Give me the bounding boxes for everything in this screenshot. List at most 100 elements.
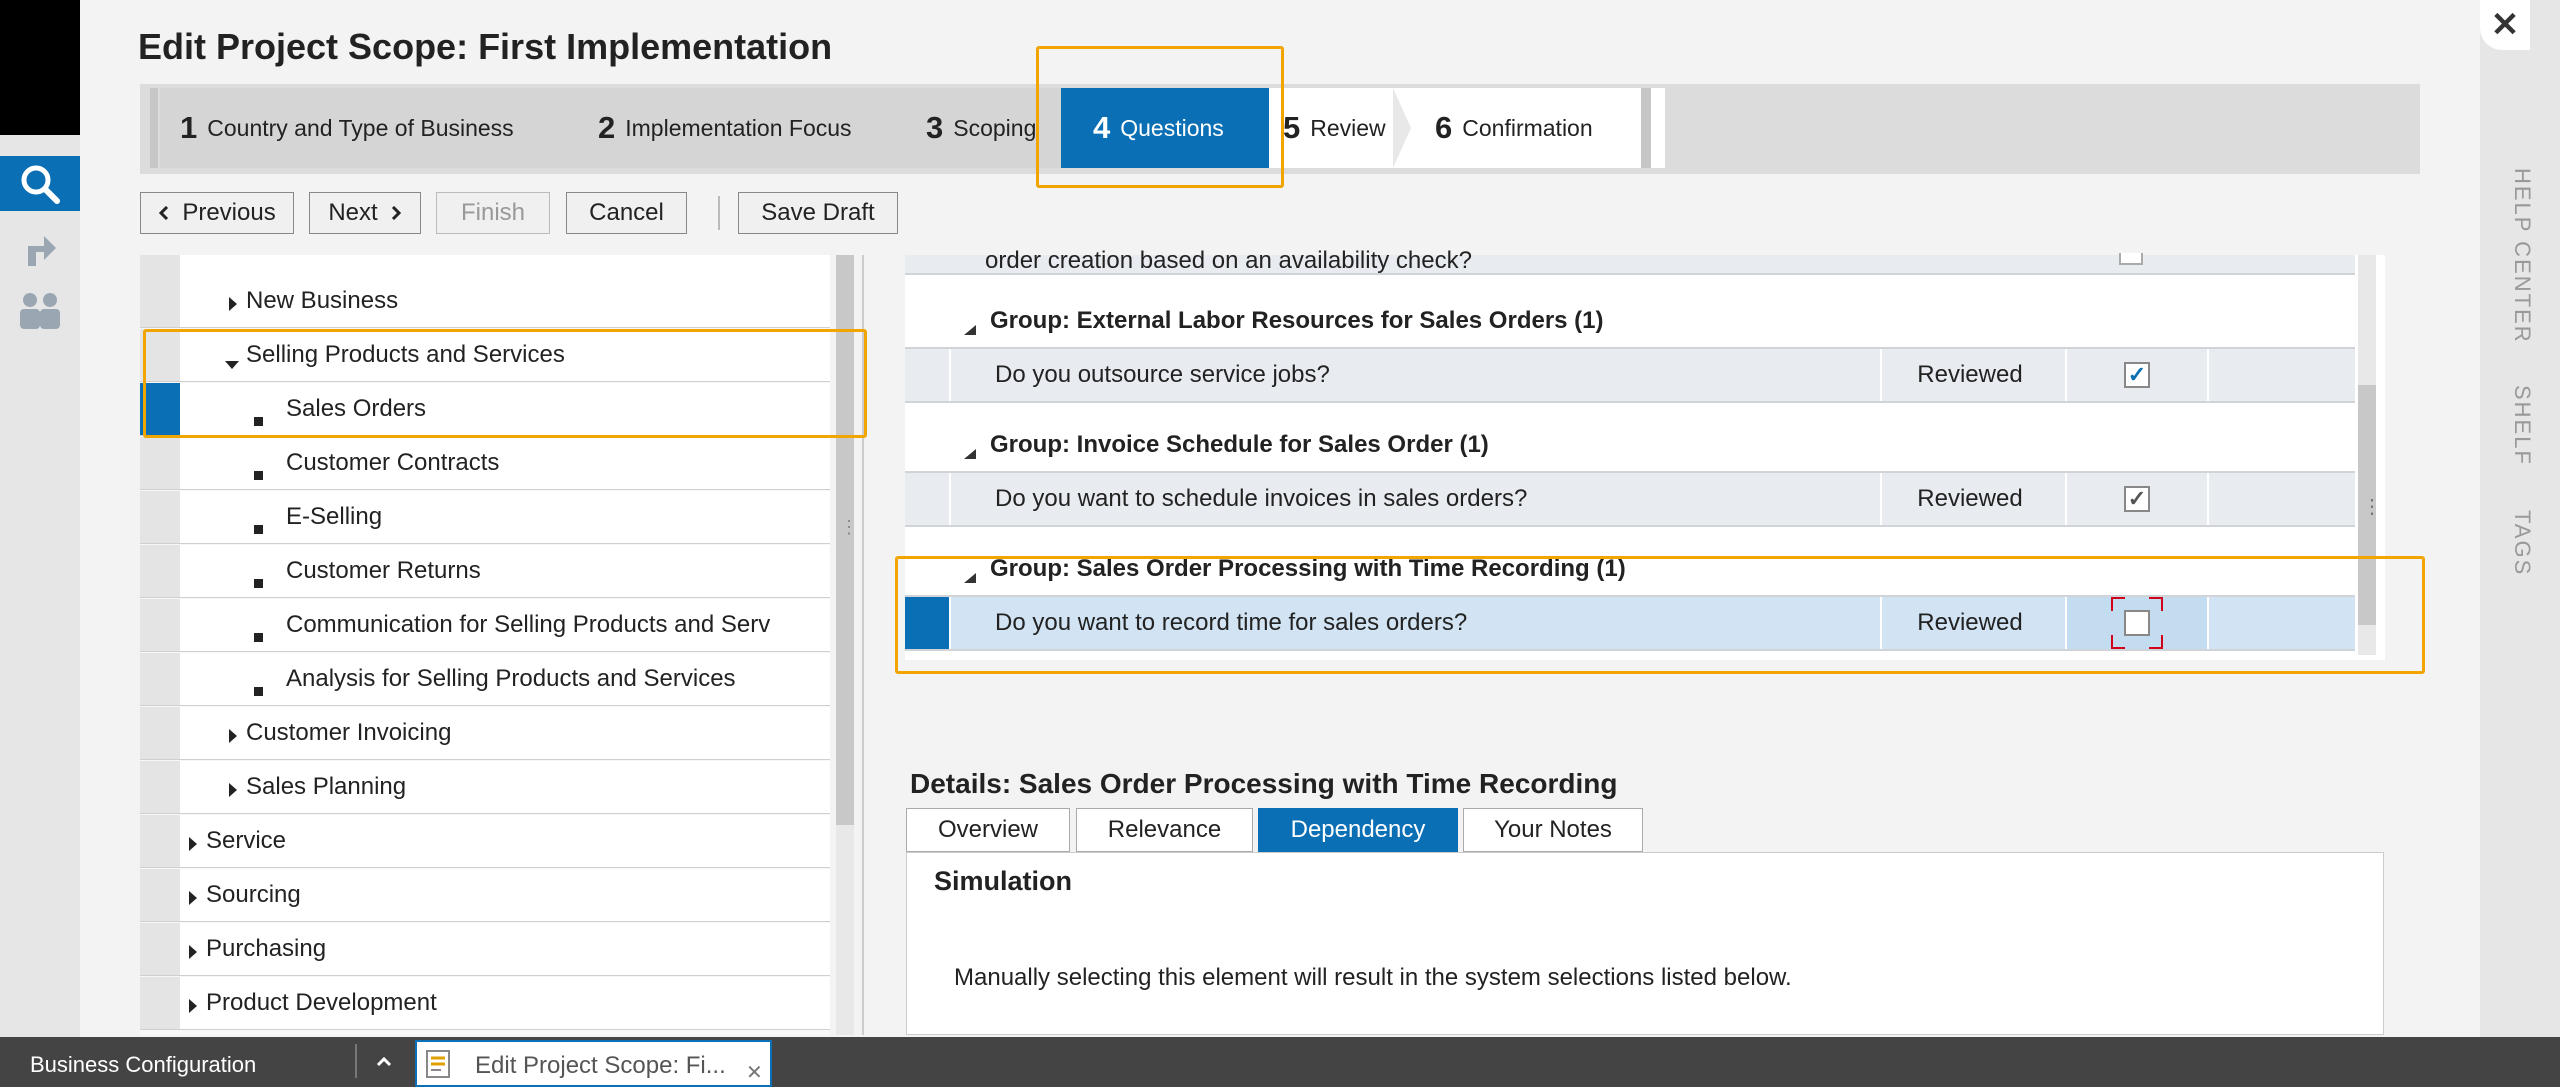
tab-dependency[interactable]: Dependency (1258, 808, 1458, 852)
tree-row[interactable]: Sales Planning (180, 761, 830, 814)
search-icon (21, 165, 60, 204)
group-header-label: Group: External Labor Resources for Sale… (990, 307, 1604, 334)
next-label: Next (328, 199, 378, 226)
step-label: Scoping (953, 114, 1037, 141)
users-button[interactable] (0, 290, 80, 330)
tab-relevance[interactable]: Relevance (1076, 808, 1253, 852)
share-icon (28, 236, 56, 266)
simulation-panel (906, 852, 2384, 1035)
tree-row[interactable]: Communication for Selling Products and S… (180, 599, 830, 652)
step-separator (560, 88, 578, 168)
tree-row-indicator (140, 491, 180, 544)
collapse-triangle-icon[interactable] (963, 315, 977, 343)
tree-row-label: Service (206, 827, 287, 854)
question-row[interactable]: Do you want to schedule invoices in sale… (905, 471, 2355, 527)
close-icon: ✕ (2490, 6, 2520, 44)
close-button[interactable]: ✕ (2480, 0, 2530, 50)
step-separator (888, 88, 906, 168)
tree-row-indicator (140, 437, 180, 490)
tree-row[interactable]: E-Selling (180, 491, 830, 544)
tab-overview[interactable]: Overview (906, 808, 1070, 852)
row-selector[interactable] (905, 473, 949, 525)
tree-row[interactable]: Customer Returns (180, 545, 830, 598)
empty-cell (2209, 473, 2355, 525)
expand-arrow-icon[interactable] (188, 939, 198, 967)
step-number: 1 (180, 110, 198, 145)
group-header[interactable]: Group: External Labor Resources for Sale… (905, 293, 2355, 349)
checkmark-icon: ✓ (2127, 362, 2147, 387)
tree-row-indicator (140, 977, 180, 1030)
simulation-title: Simulation (934, 866, 1073, 896)
bullet-icon (254, 459, 263, 487)
tree-row[interactable]: Sourcing (180, 869, 830, 922)
finish-button[interactable]: Finish (436, 192, 550, 234)
tree-row-label: Communication for Selling Products and S… (286, 611, 771, 638)
taskbar-app-label[interactable]: Business Configuration (30, 1052, 256, 1078)
share-button[interactable] (0, 228, 80, 268)
checkbox[interactable]: ✓ (2124, 486, 2150, 512)
help-center-link[interactable]: HELP CENTER (2495, 168, 2535, 344)
expand-arrow-icon[interactable] (188, 885, 198, 913)
expand-arrow-icon[interactable] (188, 993, 198, 1021)
step-number: 6 (1435, 110, 1453, 145)
shelf-link[interactable]: SHELF (2495, 385, 2535, 466)
tree-row[interactable]: New Business (180, 275, 830, 328)
checkbox[interactable] (2119, 253, 2143, 265)
tree-row-indicator (140, 761, 180, 814)
tree-row-label: New Business (246, 287, 399, 314)
tree-row-indicator (140, 707, 180, 760)
taskbar-expand-button[interactable] (372, 1050, 396, 1074)
step-2[interactable]: 2 Implementation Focus (578, 88, 908, 168)
tree-row-indicator (140, 599, 180, 652)
tags-link[interactable]: TAGS (2495, 510, 2535, 576)
bullet-icon (254, 675, 263, 703)
question-text: Do you want to schedule invoices in sale… (995, 485, 1528, 512)
tree-row-indicator (140, 869, 180, 922)
search-button[interactable] (0, 156, 80, 211)
cancel-button[interactable]: Cancel (566, 192, 687, 234)
step-number: 5 (1283, 110, 1301, 145)
checkbox[interactable]: ✓ (2124, 362, 2150, 388)
tree-row-label: Customer Returns (286, 557, 481, 584)
tree-row-indicator (140, 653, 180, 706)
next-button[interactable]: Next (309, 192, 421, 234)
collapse-triangle-icon[interactable] (963, 439, 977, 467)
previous-button[interactable]: Previous (140, 192, 294, 234)
tab-your-notes[interactable]: Your Notes (1463, 808, 1643, 852)
row-selector[interactable] (905, 349, 949, 401)
tree-row-label: Product Development (206, 989, 437, 1016)
tree-gutter (140, 255, 180, 276)
scroll-grip-icon: ⋮ (2362, 496, 2382, 518)
tree-row[interactable]: Customer Invoicing (180, 707, 830, 760)
simulation-text: Manually selecting this element will res… (954, 964, 1792, 991)
tree-row[interactable]: Customer Contracts (180, 437, 830, 490)
tree-row-indicator (140, 275, 180, 328)
question-text: Do you outsource service jobs? (995, 361, 1330, 388)
tree-row[interactable]: Service (180, 815, 830, 868)
step-number: 2 (598, 110, 616, 145)
tree-row[interactable]: Analysis for Selling Products and Servic… (180, 653, 830, 706)
step-number: 3 (926, 110, 944, 145)
highlight-box-sales-orders (143, 329, 867, 438)
step-1[interactable]: 1 Country and Type of Business (160, 88, 580, 168)
step-separator (1393, 88, 1411, 168)
expand-arrow-icon[interactable] (188, 831, 198, 859)
group-header[interactable]: Group: Invoice Schedule for Sales Order … (905, 417, 2355, 473)
tree-row-partial (180, 255, 830, 276)
step-5[interactable]: 5 Review (1269, 88, 1413, 168)
tree-row[interactable]: Product Development (180, 977, 830, 1030)
document-icon (426, 1050, 450, 1078)
expand-arrow-icon[interactable] (228, 723, 238, 751)
highlight-box-time-recording (895, 556, 2425, 674)
taskbar-window-label: Edit Project Scope: Fi... (475, 1052, 726, 1079)
question-row[interactable]: Do you outsource service jobs? Reviewed ✓ (905, 347, 2355, 403)
expand-arrow-icon[interactable] (228, 777, 238, 805)
expand-arrow-icon[interactable] (228, 291, 238, 319)
save-draft-button[interactable]: Save Draft (738, 192, 898, 234)
tree-row-indicator (140, 545, 180, 598)
tree-row[interactable]: Purchasing (180, 923, 830, 976)
step-label: Country and Type of Business (207, 114, 514, 141)
page-title: Edit Project Scope: First Implementation (138, 26, 833, 67)
step-6[interactable]: 6 Confirmation (1411, 88, 1665, 168)
taskbar-close-icon[interactable]: ✕ (746, 1060, 763, 1085)
